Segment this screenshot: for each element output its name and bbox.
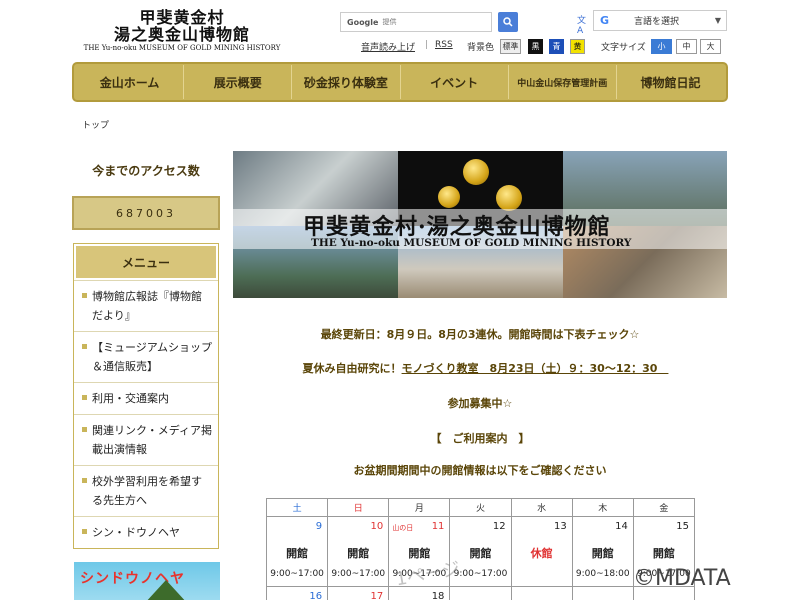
cal-day: 13 休館 — [510, 516, 573, 587]
font-small-button[interactable]: 小 — [651, 39, 672, 54]
gold-coin — [496, 185, 522, 211]
cal-day — [571, 586, 634, 600]
cal-header-mon: 月 — [388, 498, 451, 517]
cal-status: 開館 — [652, 547, 675, 560]
notice-workshop: 夏休み自由研究に！モノづくり教室 8月23日（土）９：30〜12：30 — [233, 360, 727, 376]
notice-update: 最終更新日：8月９日。8月の3連休。開館時間は下表チェック☆ — [320, 328, 640, 341]
cal-date: 11 — [431, 521, 445, 532]
sidebar-item-access[interactable]: 利用・交通案内 — [74, 382, 218, 414]
main-nav: 金山ホーム 展示概要 砂金採り体験室 イベント 中山金山保存管理計画 博物館日記 — [72, 62, 728, 102]
access-count-title: 今までのアクセス数 — [92, 164, 200, 178]
bg-yellow-button[interactable]: 黄 — [570, 39, 585, 54]
bg-standard-button[interactable]: 標準 — [500, 39, 521, 54]
bg-black-button[interactable]: 黒 — [528, 39, 543, 54]
cal-day: 14 開館 9:00~18:00 — [571, 516, 634, 587]
cal-date: 14 — [615, 521, 628, 532]
cal-status: 開館 — [591, 547, 614, 560]
gold-coin — [438, 186, 460, 208]
cal-header-thu: 木 — [571, 498, 634, 517]
rss-link[interactable]: RSS — [435, 40, 453, 50]
cal-header-wed: 水 — [510, 498, 573, 517]
mountain-illustration — [144, 580, 188, 600]
language-label: 言語を選択 — [634, 17, 680, 27]
cal-day: 10 開館 9:00~17:00 — [327, 516, 390, 587]
util-divider: | — [425, 40, 429, 50]
cal-day — [449, 586, 512, 600]
shin-dounoheya-banner[interactable]: シンドウノヘヤ — [74, 562, 220, 600]
bg-blue-button[interactable]: 青 — [549, 39, 564, 54]
sidebar-item-newsletter[interactable]: 博物館広報誌『博物館だより』 — [74, 280, 218, 331]
nav-item-gold-panning[interactable]: 砂金採り体験室 — [292, 65, 401, 99]
sidebar-item-teachers[interactable]: 校外学習利用を希望する先生方へ — [74, 465, 218, 516]
access-counter: 687003 — [72, 196, 220, 230]
cal-status: 開館 — [286, 547, 309, 560]
cal-header-sun: 日 — [327, 498, 390, 517]
menu-title: メニュー — [76, 246, 216, 278]
cal-hours: 9:00~17:00 — [270, 569, 324, 579]
search-input[interactable] — [382, 18, 483, 26]
opening-calendar: 土 日 月 火 水 木 金 9 開館 9:00~17:00 10 開館 9:00… — [265, 498, 696, 600]
font-large-button[interactable]: 大 — [700, 39, 721, 54]
cal-day: 16 — [265, 586, 329, 600]
cal-date: 17 — [370, 591, 384, 600]
nav-item-exhibits[interactable]: 展示概要 — [184, 65, 293, 99]
site-logo[interactable]: 甲斐黄金村 湯之奥金山博物館 THE Yu-no-oku MUSEUM OF G… — [82, 9, 282, 53]
cal-date: 12 — [492, 521, 506, 532]
cal-day — [510, 586, 573, 600]
logo-title-en: THE Yu-no-oku MUSEUM OF GOLD MINING HIST… — [83, 44, 281, 52]
cal-day: 17 — [327, 586, 390, 600]
obon-notice: お盆期間期間中の開館情報は以下をご確認ください — [353, 464, 607, 477]
cal-header-sat: 土 — [265, 498, 329, 517]
usage-guide-heading: 【 ご利用案内 】 — [430, 432, 530, 445]
chevron-down-icon: ▼ — [714, 16, 721, 25]
cal-status-closed: 休館 — [530, 547, 553, 560]
search-icon — [503, 17, 513, 27]
nav-item-home[interactable]: 金山ホーム — [76, 65, 185, 99]
cal-header-tue: 火 — [449, 498, 512, 517]
translate-icon: 文A — [577, 16, 587, 36]
cal-day: 9 開館 9:00~17:00 — [265, 516, 329, 587]
sidebar-item-shop[interactable]: 【ミュージアムショップ＆通信販売】 — [74, 331, 218, 382]
google-brand: Google — [347, 17, 379, 27]
nav-item-events[interactable]: イベント — [401, 65, 509, 99]
nav-item-diary[interactable]: 博物館日記 — [617, 65, 724, 99]
sidebar-item-shin-dounoheya[interactable]: シン・ドウノヘヤ — [74, 516, 218, 548]
breadcrumb[interactable]: トップ — [82, 118, 109, 131]
gold-coin — [463, 159, 489, 185]
notice-recruit: 参加募集中☆ — [447, 397, 513, 410]
cal-status: 開館 — [469, 547, 492, 560]
logo-title-line1: 甲斐黄金村 — [139, 8, 225, 27]
font-size-label: 文字サイズ — [601, 43, 646, 53]
cal-date: 10 — [370, 521, 384, 532]
sidebar-menu: メニュー 博物館広報誌『博物館だより』 【ミュージアムショップ＆通信販売】 利用… — [73, 243, 219, 549]
hero-subtitle: THE Yu-no-oku MUSEUM OF GOLD MINING HIST… — [311, 237, 632, 249]
cal-status: 開館 — [347, 547, 370, 560]
cal-date: 9 — [315, 521, 323, 532]
workshop-link[interactable]: モノづくり教室 8月23日（土）９：30〜12：30 — [402, 362, 669, 375]
language-select[interactable]: G 言語を選択 ▼ — [593, 10, 727, 31]
cal-header-fri: 金 — [632, 498, 696, 517]
search-button[interactable] — [498, 12, 518, 32]
sidebar-item-links[interactable]: 関連リンク・メディア掲載出演情報 — [74, 414, 218, 465]
cal-date: 15 — [676, 521, 689, 532]
font-medium-button[interactable]: 中 — [676, 39, 697, 54]
cal-date: 16 — [309, 591, 323, 600]
hero-banner: 甲斐黄金村·湯之奥金山博物館 THE Yu-no-oku MUSEUM OF G… — [233, 151, 727, 298]
cal-date: 13 — [553, 521, 567, 532]
search-box[interactable]: Google — [340, 12, 492, 32]
nav-item-preservation-plan[interactable]: 中山金山保存管理計画 — [509, 65, 617, 99]
cal-hours: 9:00~18:00 — [575, 569, 630, 579]
read-aloud-link[interactable]: 音声読み上げ — [361, 40, 415, 53]
cal-date: 18 — [431, 591, 445, 600]
notice-workshop-prefix: 夏休み自由研究に！ — [302, 362, 402, 375]
cal-holiday: 山の日 — [392, 524, 414, 532]
cal-hours: 9:00~17:00 — [331, 569, 386, 579]
logo-title-line2: 湯之奥金山博物館 — [113, 25, 250, 44]
copyright-watermark: ©MDATA — [633, 566, 731, 591]
google-g-icon: G — [600, 14, 610, 27]
bg-color-label: 背景色 — [467, 43, 495, 53]
